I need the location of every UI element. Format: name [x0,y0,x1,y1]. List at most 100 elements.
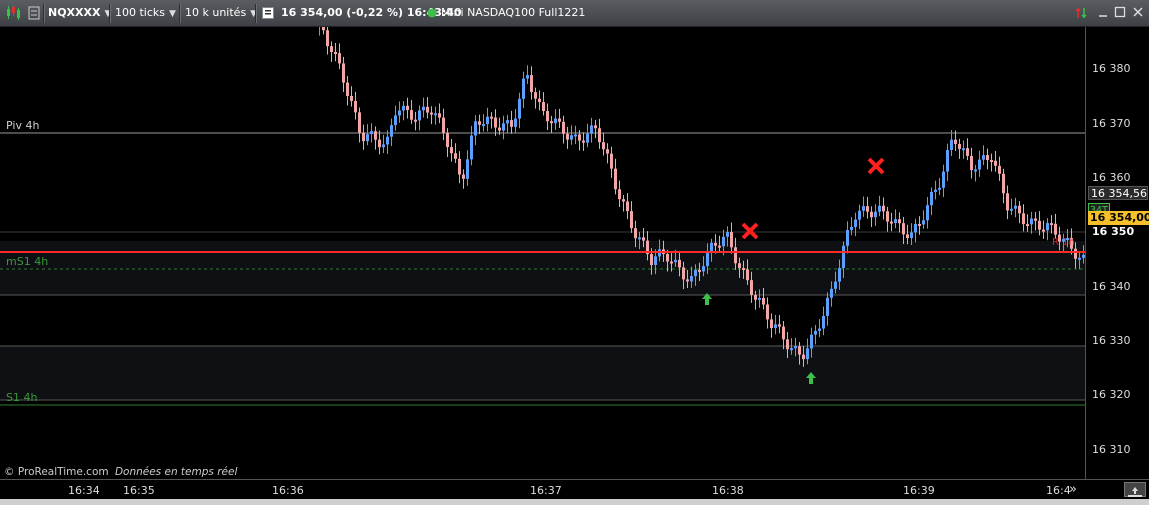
candle [802,354,805,360]
candle [754,294,757,300]
time-tick: 16:36 [272,484,304,497]
candle [654,256,657,266]
candle [614,168,617,190]
candle [342,63,345,83]
candle [622,199,625,202]
price-tick: 16 370 [1092,117,1131,130]
settings-icon[interactable] [27,3,41,23]
candle [426,106,429,113]
candle [414,119,417,122]
candle [1050,223,1053,226]
candle [550,121,553,124]
candle [1034,218,1037,221]
price-chart[interactable]: Piv 4h mS1 4h S1 4h R 1h © ProRealTime.c… [0,27,1085,479]
candle [798,346,801,355]
candle [558,118,561,122]
candle [350,95,353,101]
candle [430,112,433,115]
time-tick: 16:38 [712,484,744,497]
candle [602,142,605,150]
time-axis[interactable]: 16:34 16:35 16:36 16:37 16:38 16:39 16:4… [0,479,1149,499]
candle [330,46,333,52]
candle [386,136,389,145]
maximize-icon[interactable] [1113,6,1127,20]
bottom-strip [0,499,1149,505]
candle [830,288,833,298]
candle [874,211,877,218]
candle [410,110,413,120]
candle [498,127,501,131]
candle [362,132,365,142]
candle [978,159,981,170]
candle [814,330,817,335]
candle [466,159,469,179]
candle [770,319,773,329]
units-select[interactable]: 10 k unités ▼ [185,3,257,23]
candle [778,324,781,327]
candle [638,237,641,240]
candle [926,205,929,221]
candle [470,135,473,160]
candle [962,148,965,151]
candle [822,315,825,329]
candle [338,53,341,64]
candle [722,236,725,247]
candle [958,143,961,149]
candle [526,75,529,79]
info-icon[interactable] [262,3,276,23]
time-tick: 16:4 [1046,484,1071,497]
price-tick: 16 330 [1092,334,1131,347]
candle [1018,205,1021,214]
candle [910,232,913,239]
candle [322,27,325,31]
candle [358,112,361,133]
copyright: © ProRealTime.com [4,466,109,478]
candle [918,223,921,226]
candle [718,245,721,248]
candle [562,121,565,134]
candle [586,133,589,143]
sell-signal-icon [867,157,885,175]
candle [690,276,693,282]
candle [346,82,349,96]
sync-arrows-icon[interactable] [1074,6,1088,20]
candlestick-chart[interactable] [0,27,1085,479]
minimize-icon[interactable] [1096,6,1110,20]
candle [694,269,697,277]
candle [786,339,789,350]
candle [574,134,577,137]
price-tick: 16 350 [1092,225,1135,238]
symbol-select[interactable]: NQXXXX ▼ [48,3,111,23]
time-tick: 16:34 [68,484,100,497]
candlestick-icon[interactable] [4,3,22,23]
candle [702,266,705,272]
candle [590,125,593,134]
scroll-right-icon[interactable]: » [1069,482,1077,497]
candle [674,259,677,263]
candle [886,211,889,222]
candle [678,259,681,268]
candle [706,251,709,267]
candle [714,242,717,246]
close-icon[interactable] [1131,6,1145,20]
candle [482,124,485,127]
candle [502,123,505,131]
candle [450,147,453,154]
price-tick: 16 360 [1092,171,1131,184]
candle [858,210,861,220]
resistance-label: R 1h [1052,237,1075,248]
candle [998,165,1001,174]
level-band [0,346,1085,400]
candle [966,148,969,156]
candle [606,149,609,154]
ticks-select[interactable]: 100 ticks ▼ [115,3,176,23]
price-tick: 16 380 [1092,62,1131,75]
zoom-icon[interactable] [1124,482,1146,497]
candle [774,324,777,329]
candle [354,100,357,113]
candle [838,268,841,282]
candle [794,346,797,349]
candle [546,111,549,122]
candle [974,169,977,172]
price-axis[interactable]: 16 380 16 370 16 360 16 350 16 340 16 33… [1085,27,1149,479]
